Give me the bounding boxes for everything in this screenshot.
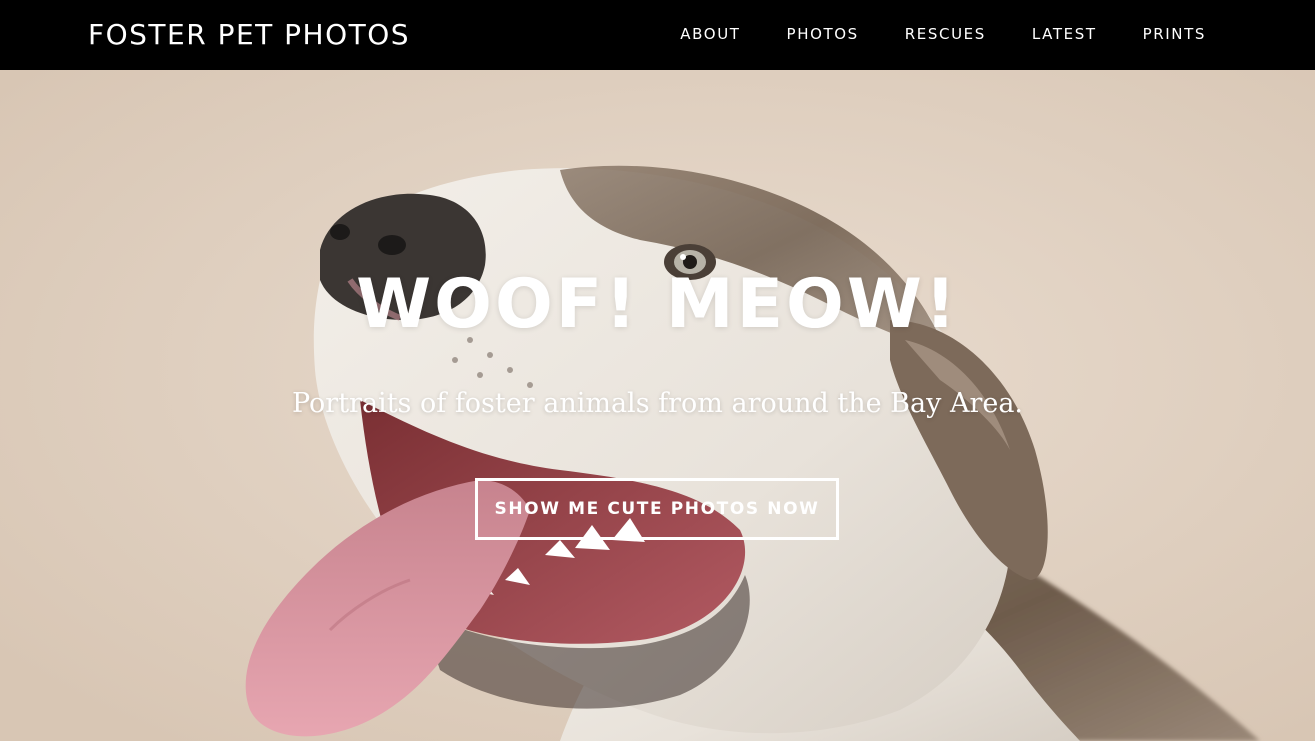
nav-link-prints[interactable]: PRINTS	[1143, 24, 1206, 44]
nav-link-rescues[interactable]: RESCUES	[905, 24, 986, 44]
site-brand[interactable]: FOSTER PET PHOTOS	[88, 18, 410, 52]
nav-link-latest[interactable]: LATEST	[1032, 24, 1097, 44]
site-header: FOSTER PET PHOTOS ABOUT PHOTOS RESCUES L…	[0, 0, 1315, 70]
show-photos-button[interactable]: SHOW ME CUTE PHOTOS NOW	[475, 478, 839, 540]
hero-subtitle: Portraits of foster animals from around …	[291, 388, 1024, 419]
hero-content: WOOF! MEOW! Portraits of foster animals …	[0, 70, 1315, 741]
hero-title: WOOF! MEOW!	[356, 265, 959, 344]
main-nav: ABOUT PHOTOS RESCUES LATEST PRINTS	[680, 24, 1206, 44]
nav-link-about[interactable]: ABOUT	[680, 24, 740, 44]
hero-section: WOOF! MEOW! Portraits of foster animals …	[0, 70, 1315, 741]
nav-link-photos[interactable]: PHOTOS	[787, 24, 859, 44]
